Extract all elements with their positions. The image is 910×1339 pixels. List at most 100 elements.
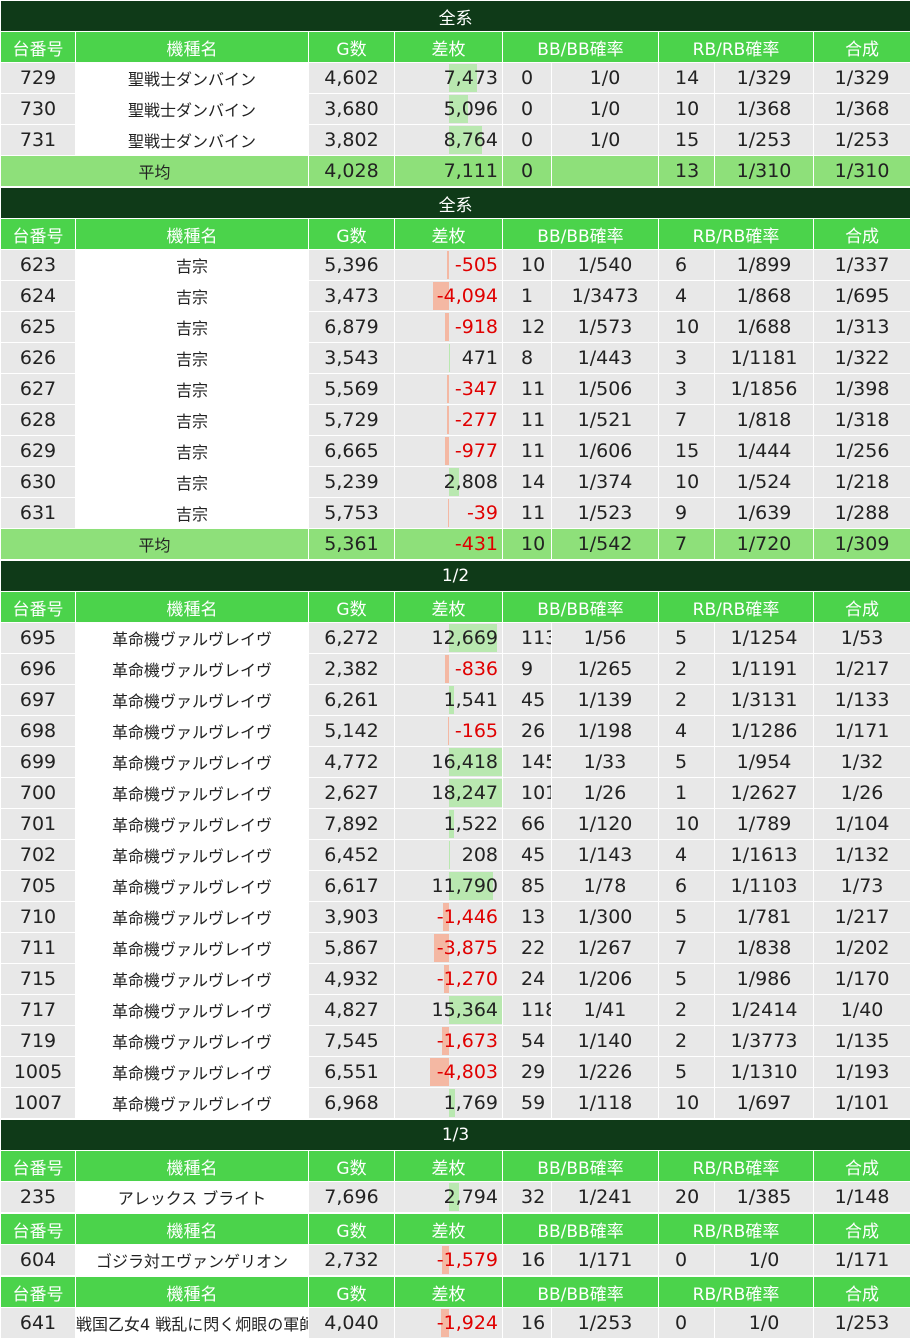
average-bb: 10 (503, 529, 552, 560)
bb-count: 32 (503, 1182, 552, 1213)
bb-count: 85 (503, 871, 552, 902)
data-table-4: 台番号機種名G数差枚BB/BB確率RB/RB確率合成604ゴジラ対エヴァンゲリオ… (0, 1213, 910, 1276)
bb-count: 11 (503, 374, 552, 405)
rb-count: 5 (659, 623, 715, 654)
games-count: 3,802 (309, 125, 395, 156)
data-table-0: 全系台番号機種名G数差枚BB/BB確率RB/RB確率合成729聖戦士ダンバイン4… (0, 0, 910, 187)
header-row: 台番号機種名G数差枚BB/BB確率RB/RB確率合成 (1, 1277, 910, 1308)
average-games: 5,361 (309, 529, 395, 560)
rb-count: 2 (659, 685, 715, 716)
bb-probability: 1/33 (552, 747, 659, 778)
table-row[interactable]: 702革命機ヴァルヴレイヴ6,452208451/14341/16131/132 (1, 840, 910, 871)
machine-name: 革命機ヴァルヴレイヴ (76, 1088, 309, 1119)
table-row[interactable]: 628吉宗5,729-277111/52171/8181/318 (1, 405, 910, 436)
table-row[interactable]: 1005革命機ヴァルヴレイヴ6,551-4,803291/22651/13101… (1, 1057, 910, 1088)
average-row: 平均5,361-431101/54271/7201/309 (1, 529, 910, 560)
bb-count: 16 (503, 1308, 552, 1339)
diff-value: -1,270 (437, 968, 498, 990)
table-row[interactable]: 604ゴジラ対エヴァンゲリオン2,732-1,579161/17101/01/1… (1, 1245, 910, 1276)
table-row[interactable]: 629吉宗6,665-977111/606151/4441/256 (1, 436, 910, 467)
data-table-5: 台番号機種名G数差枚BB/BB確率RB/RB確率合成641戦国乙女4 戦乱に閃く… (0, 1276, 910, 1339)
table-row[interactable]: 731聖戦士ダンバイン3,8028,76401/0151/2531/253 (1, 125, 910, 156)
header-diff: 差枚 (395, 219, 503, 250)
table-row[interactable]: 630吉宗5,2392,808141/374101/5241/218 (1, 467, 910, 498)
diff-cell: 2,794 (395, 1182, 503, 1213)
rb-count: 6 (659, 250, 715, 281)
diff-value: -165 (455, 720, 498, 742)
machine-no: 641 (1, 1308, 76, 1339)
table-row[interactable]: 1007革命機ヴァルヴレイヴ6,9681,769591/118101/6971/… (1, 1088, 910, 1119)
table-row[interactable]: 696革命機ヴァルヴレイヴ2,382-83691/26521/11911/217 (1, 654, 910, 685)
table-row[interactable]: 710革命機ヴァルヴレイヴ3,903-1,446131/30051/7811/2… (1, 902, 910, 933)
machine-name: 聖戦士ダンバイン (76, 94, 309, 125)
table-row[interactable]: 625吉宗6,879-918121/573101/6881/313 (1, 312, 910, 343)
section-title-row: 1/3 (1, 1120, 910, 1151)
combined-probability: 1/218 (814, 467, 910, 498)
table-row[interactable]: 641戦国乙女4 戦乱に閃く炯眼の軍師4,040-1,924161/25301/… (1, 1308, 910, 1339)
diff-cell: 5,096 (395, 94, 503, 125)
table-row[interactable]: 626吉宗3,54347181/44331/11811/322 (1, 343, 910, 374)
diff-cell: 15,364 (395, 995, 503, 1026)
diff-value: 2,794 (444, 1186, 498, 1208)
header-bb: BB/BB確率 (503, 1277, 659, 1308)
table-row[interactable]: 701革命機ヴァルヴレイヴ7,8921,522661/120101/7891/1… (1, 809, 910, 840)
header-machine-name: 機種名 (76, 219, 309, 250)
games-count: 6,665 (309, 436, 395, 467)
header-diff: 差枚 (395, 592, 503, 623)
table-row[interactable]: 700革命機ヴァルヴレイヴ2,62718,2471011/2611/26271/… (1, 778, 910, 809)
table-row[interactable]: 695革命機ヴァルヴレイヴ6,27212,6691131/5651/12541/… (1, 623, 910, 654)
diff-cell: -918 (395, 312, 503, 343)
diff-value: -39 (467, 502, 498, 524)
machine-no: 730 (1, 94, 76, 125)
table-row[interactable]: 623吉宗5,396-505101/54061/8991/337 (1, 250, 910, 281)
machine-name: 聖戦士ダンバイン (76, 125, 309, 156)
table-row[interactable]: 235アレックス ブライト7,6962,794321/241201/3851/1… (1, 1182, 910, 1213)
machine-name: 革命機ヴァルヴレイヴ (76, 654, 309, 685)
table-row[interactable]: 698革命機ヴァルヴレイヴ5,142-165261/19841/12861/17… (1, 716, 910, 747)
table-row[interactable]: 624吉宗3,473-4,09411/347341/8681/695 (1, 281, 910, 312)
bb-count: 10 (503, 250, 552, 281)
table-row[interactable]: 627吉宗5,569-347111/50631/18561/398 (1, 374, 910, 405)
diff-value: 11,790 (432, 875, 498, 897)
diff-value: 18,247 (432, 782, 498, 804)
section-title: 1/2 (1, 561, 910, 592)
bb-probability: 1/226 (552, 1057, 659, 1088)
combined-probability: 1/53 (814, 623, 910, 654)
average-combined: 1/310 (814, 156, 910, 187)
table-row[interactable]: 631吉宗5,753-39111/52391/6391/288 (1, 498, 910, 529)
diff-cell: -431 (395, 529, 503, 560)
header-machine-no: 台番号 (1, 1277, 76, 1308)
header-combined: 合成 (814, 1214, 910, 1245)
machine-no: 628 (1, 405, 76, 436)
table-row[interactable]: 699革命機ヴァルヴレイヴ4,77216,4181451/3351/9541/3… (1, 747, 910, 778)
games-count: 4,040 (309, 1308, 395, 1339)
table-row[interactable]: 717革命機ヴァルヴレイヴ4,82715,3641181/4121/24141/… (1, 995, 910, 1026)
rb-probability: 1/789 (715, 809, 814, 840)
rb-count: 3 (659, 374, 715, 405)
table-row[interactable]: 719革命機ヴァルヴレイヴ7,545-1,673541/14021/37731/… (1, 1026, 910, 1057)
machine-name: 革命機ヴァルヴレイヴ (76, 747, 309, 778)
machine-name: 革命機ヴァルヴレイヴ (76, 933, 309, 964)
table-row[interactable]: 729聖戦士ダンバイン4,6027,47301/0141/3291/329 (1, 63, 910, 94)
diff-value: -4,803 (437, 1061, 498, 1083)
table-row[interactable]: 711革命機ヴァルヴレイヴ5,867-3,875221/26771/8381/2… (1, 933, 910, 964)
machine-no: 711 (1, 933, 76, 964)
bb-count: 9 (503, 654, 552, 685)
bb-probability: 1/206 (552, 964, 659, 995)
bb-count: 45 (503, 840, 552, 871)
games-count: 5,396 (309, 250, 395, 281)
bb-probability: 1/606 (552, 436, 659, 467)
table-row[interactable]: 697革命機ヴァルヴレイヴ6,2611,541451/13921/31311/1… (1, 685, 910, 716)
header-bb: BB/BB確率 (503, 1151, 659, 1182)
combined-probability: 1/695 (814, 281, 910, 312)
bb-count: 11 (503, 498, 552, 529)
diff-cell: 18,247 (395, 778, 503, 809)
table-row[interactable]: 715革命機ヴァルヴレイヴ4,932-1,270241/20651/9861/1… (1, 964, 910, 995)
table-row[interactable]: 730聖戦士ダンバイン3,6805,09601/0101/3681/368 (1, 94, 910, 125)
diff-bar (447, 406, 448, 434)
rb-probability: 1/954 (715, 747, 814, 778)
machine-no: 702 (1, 840, 76, 871)
header-games: G数 (309, 1214, 395, 1245)
table-row[interactable]: 705革命機ヴァルヴレイヴ6,61711,790851/7861/11031/7… (1, 871, 910, 902)
games-count: 3,680 (309, 94, 395, 125)
